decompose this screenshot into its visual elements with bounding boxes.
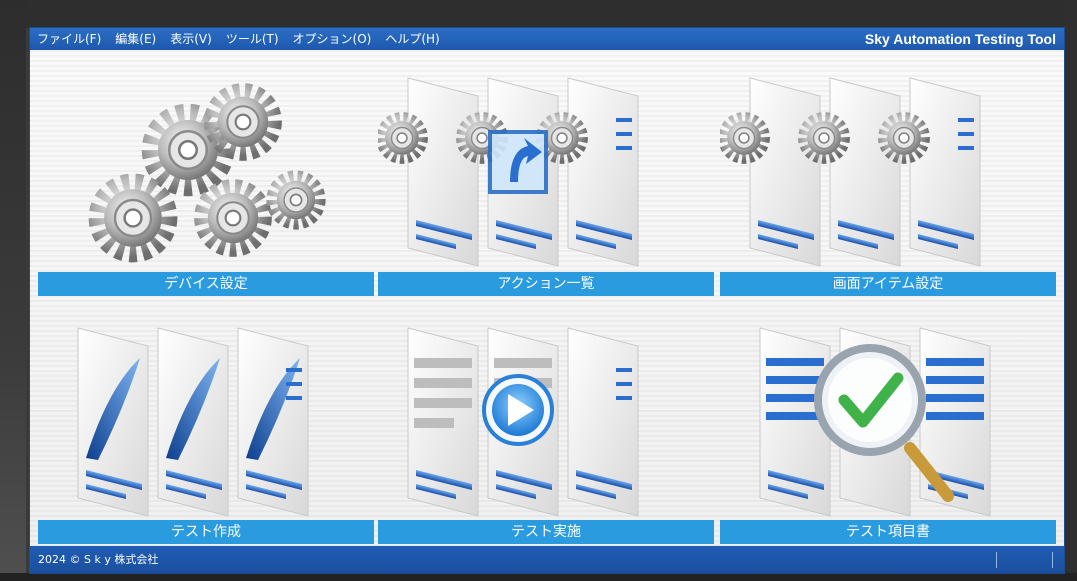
gears-icon [38, 50, 374, 274]
menu-tools[interactable]: ツール(T) [219, 28, 286, 50]
tile-test-run[interactable]: テスト実施 [378, 298, 714, 544]
app-title: Sky Automation Testing Tool [864, 31, 1056, 47]
tile-test-create[interactable]: テスト作成 [38, 298, 374, 544]
menu-help[interactable]: ヘルプ(H) [378, 28, 446, 50]
desktop-background-bottom [0, 573, 1077, 581]
menu-options[interactable]: オプション(O) [286, 28, 379, 50]
tile-test-run-label: テスト実施 [378, 520, 714, 544]
menu-view[interactable]: 表示(V) [163, 28, 219, 50]
action-list-icon [378, 77, 639, 267]
test-run-icon [407, 327, 639, 517]
tile-device-settings[interactable]: デバイス設定 [38, 50, 374, 296]
tile-test-spec-label: テスト項目書 [720, 520, 1056, 544]
menu-file[interactable]: ファイル(F) [30, 28, 108, 50]
status-separator [1052, 552, 1053, 568]
desktop-background-right [1065, 0, 1077, 581]
copyright-text: 2024 © S k y 株式会社 [38, 553, 159, 566]
menu: ファイル(F) 編集(E) 表示(V) ツール(T) オプション(O) ヘルプ(… [30, 28, 447, 50]
menu-bar: ファイル(F) 編集(E) 表示(V) ツール(T) オプション(O) ヘルプ(… [30, 28, 1064, 50]
desktop-background-left [0, 0, 26, 581]
test-spec-icon [759, 327, 991, 517]
menu-edit[interactable]: 編集(E) [108, 28, 163, 50]
desktop-background-top [0, 0, 1077, 28]
status-bar: 2024 © S k y 株式会社 [30, 546, 1064, 573]
tile-screen-item-settings-label: 画面アイテム設定 [720, 272, 1056, 296]
screen-items-icon [720, 77, 981, 267]
tile-action-list-label: アクション一覧 [378, 272, 714, 296]
tile-device-settings-label: デバイス設定 [38, 272, 374, 296]
launcher-panel: デバイス設定 アクション一覧 画面アイテム設定 テスト作成 テスト実施 テスト項… [30, 50, 1064, 546]
tile-action-list[interactable]: アクション一覧 [378, 50, 714, 296]
test-create-icon [77, 327, 309, 517]
tile-test-create-label: テスト作成 [38, 520, 374, 544]
status-separator [996, 552, 997, 568]
tile-test-spec[interactable]: テスト項目書 [720, 298, 1056, 544]
tile-screen-item-settings[interactable]: 画面アイテム設定 [720, 50, 1056, 296]
app-window: ファイル(F) 編集(E) 表示(V) ツール(T) オプション(O) ヘルプ(… [30, 28, 1064, 573]
